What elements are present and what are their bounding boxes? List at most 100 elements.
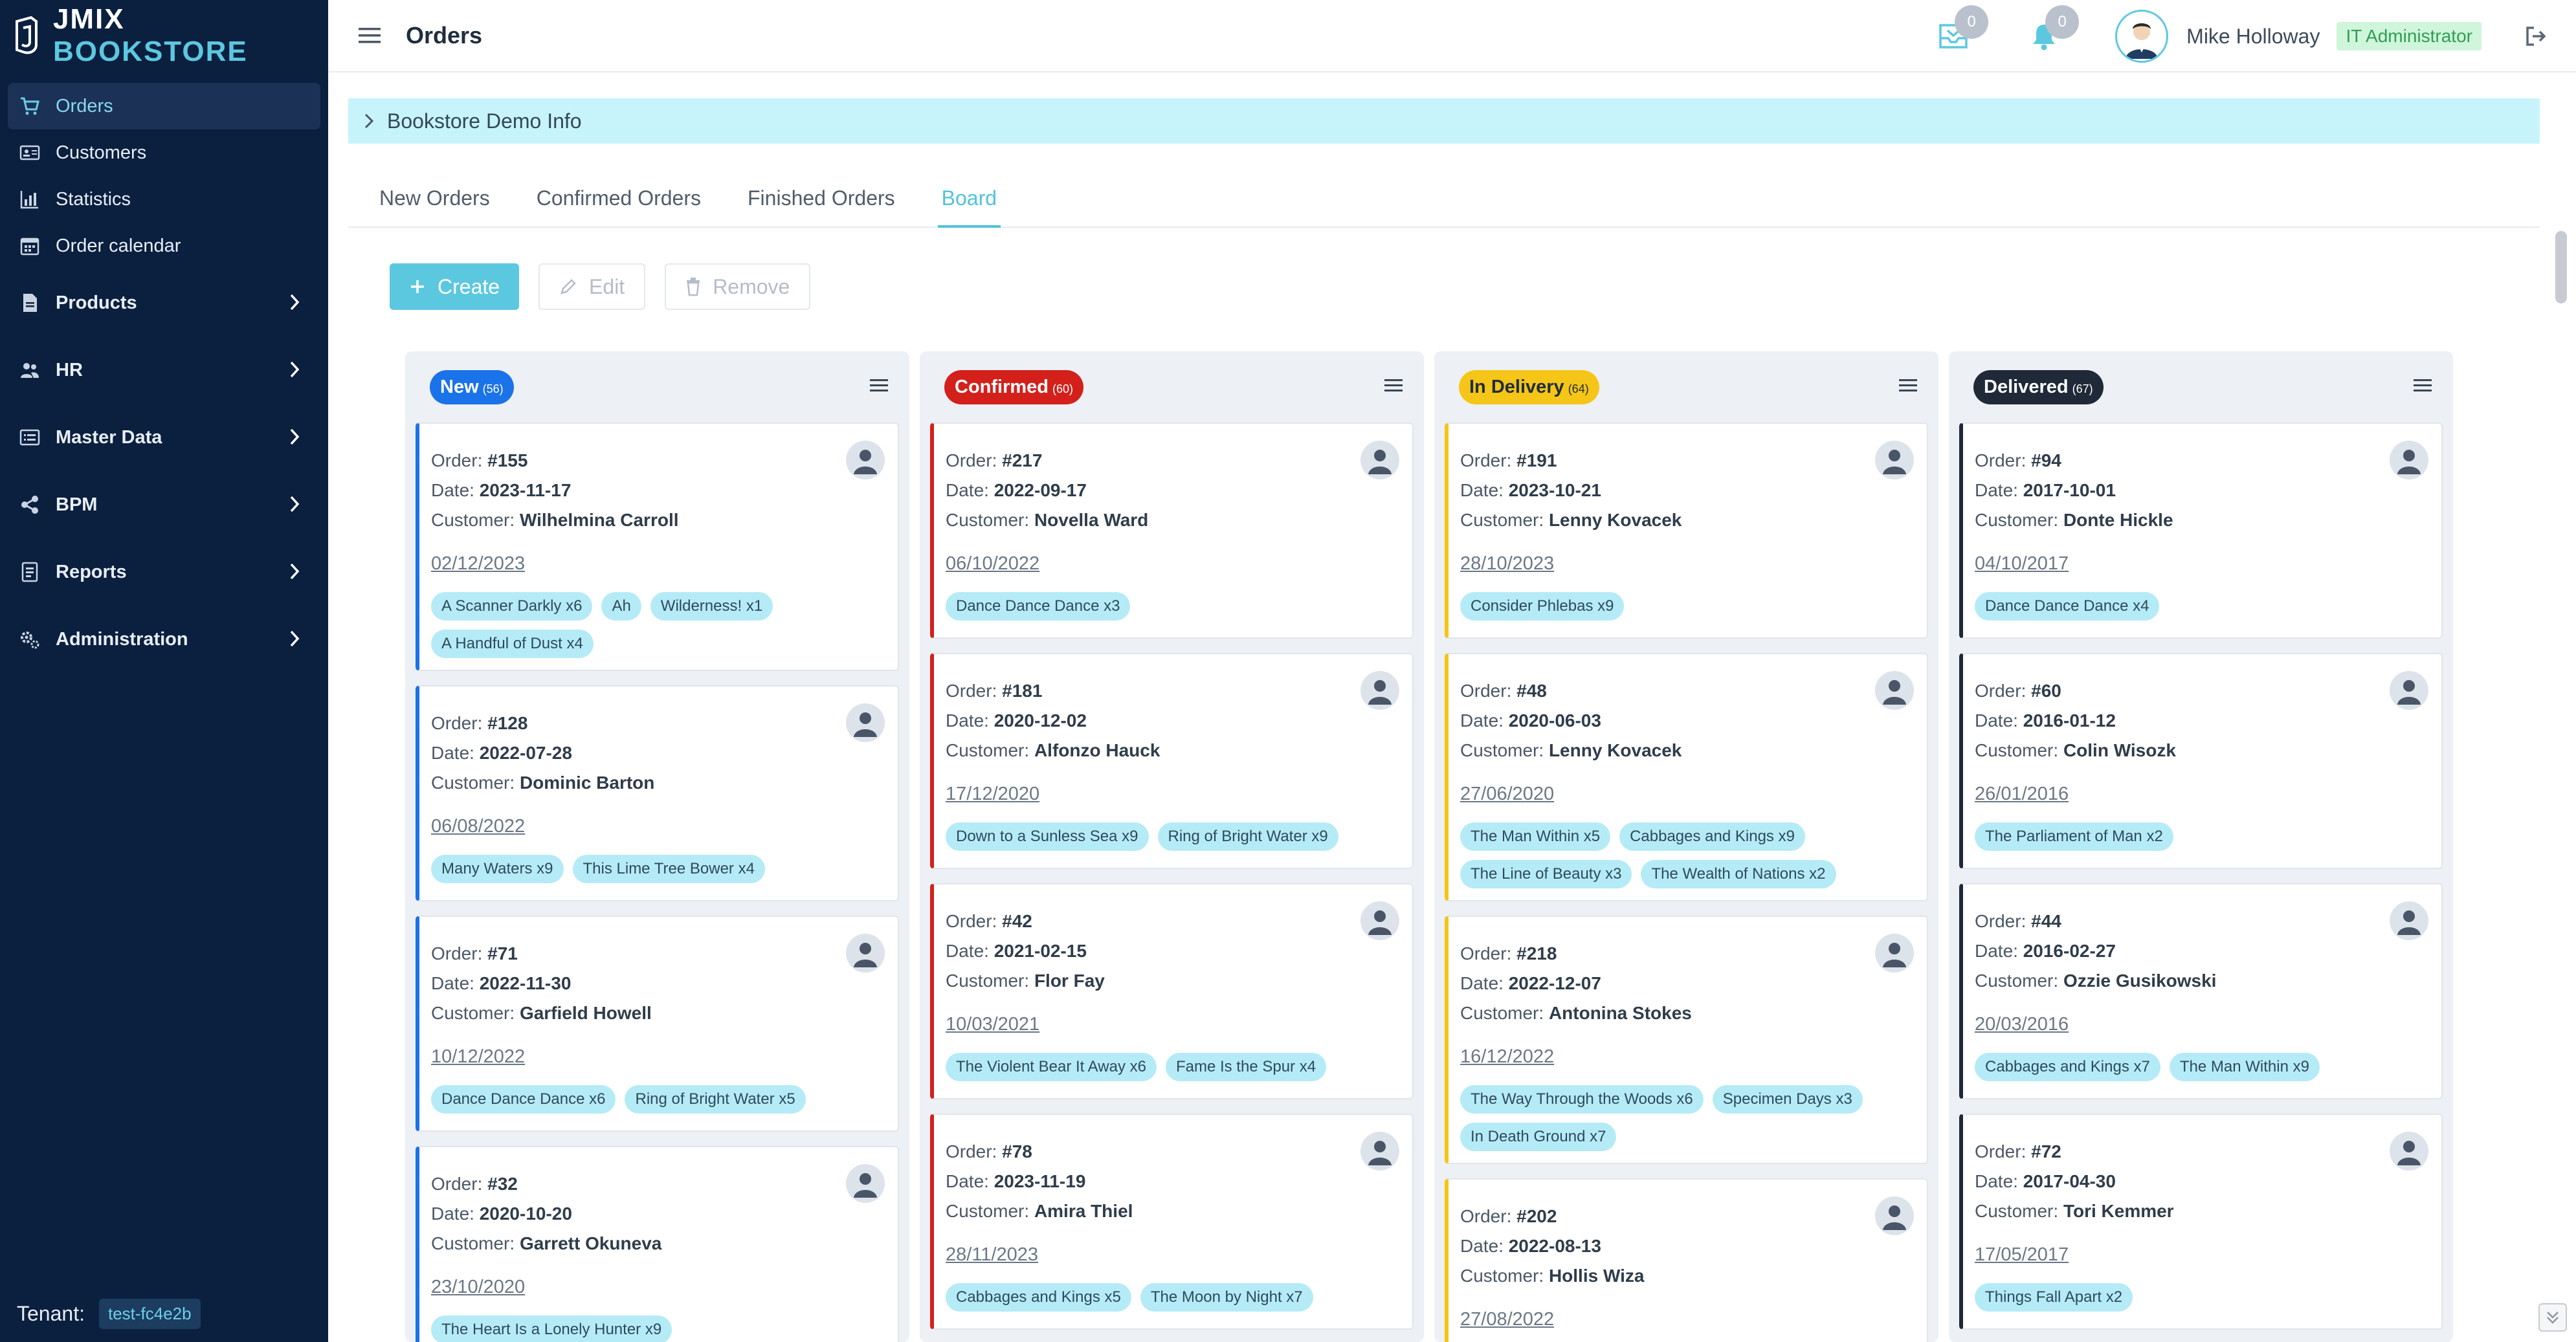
- sidebar-group-administration[interactable]: Administration: [8, 606, 320, 673]
- order-card[interactable]: Order: #94 Date: 2017-10-01 Customer: Dont…: [1959, 423, 2443, 639]
- customer-label: Customer:: [1460, 740, 1544, 760]
- sidebar-item-label: Order calendar: [56, 235, 181, 256]
- user-avatar[interactable]: [2115, 10, 2169, 63]
- menu-icon: [1899, 379, 1917, 396]
- sidebar-item-statistics[interactable]: Statistics: [8, 176, 320, 223]
- delivery-date-link[interactable]: 28/11/2023: [946, 1238, 1398, 1271]
- brand[interactable]: JMIX BOOKSTORE: [0, 0, 328, 71]
- menu-toggle-button[interactable]: [354, 20, 385, 51]
- sidebar-item-customers[interactable]: Customers: [8, 129, 320, 176]
- column-menu-button[interactable]: [868, 376, 890, 398]
- order-card[interactable]: Order: #42 Date: 2021-02-15 Customer: Flor…: [930, 883, 1414, 1099]
- order-card[interactable]: Order: #181 Date: 2020-12-02 Customer: Alf…: [930, 653, 1414, 869]
- column-cards: Order: #217 Date: 2022-09-17 Customer: Nov…: [920, 423, 1424, 1330]
- remove-button[interactable]: Remove: [665, 263, 811, 310]
- order-number-line: Order: #128: [431, 709, 883, 738]
- order-label: Order:: [946, 1141, 997, 1161]
- order-number-line: Order: #42: [946, 907, 1398, 936]
- customer-line: Customer: Antonina Stokes: [1460, 998, 1913, 1028]
- user-avatar-icon: [2126, 23, 2159, 59]
- delivery-date-link[interactable]: 28/10/2023: [1460, 547, 1913, 580]
- scrollbar-thumb[interactable]: [2555, 231, 2567, 303]
- sidebar-group-bpm[interactable]: BPM: [8, 471, 320, 538]
- customer-line: Customer: Alfonzo Hauck: [946, 736, 1398, 765]
- order-card[interactable]: Order: #32 Date: 2020-10-20 Customer: Garr…: [416, 1146, 899, 1342]
- order-number: #72: [2031, 1141, 2061, 1161]
- order-card[interactable]: Order: #78 Date: 2023-11-19 Customer: Amir…: [930, 1114, 1414, 1330]
- delivery-date-link[interactable]: 27/08/2022: [1460, 1303, 1913, 1336]
- tab-board[interactable]: Board: [911, 175, 1012, 228]
- customer-label: Customer:: [946, 1201, 1030, 1221]
- tab-new-orders[interactable]: New Orders: [348, 175, 505, 226]
- delivery-date-link[interactable]: 16/12/2022: [1460, 1040, 1913, 1073]
- delivery-date-link[interactable]: 10/03/2021: [946, 1007, 1398, 1041]
- delivery-date-link[interactable]: 06/08/2022: [431, 809, 883, 843]
- customer-label: Customer:: [1975, 510, 2059, 530]
- sidebar-group-master-data[interactable]: Master Data: [8, 404, 320, 471]
- column-count: (64): [1568, 382, 1589, 395]
- edit-button[interactable]: Edit: [539, 263, 646, 310]
- column-menu-button[interactable]: [1897, 376, 1919, 398]
- customer-avatar-icon: [2390, 441, 2428, 479]
- order-items: Cabbages and Kings x7 The Man Within x9: [1975, 1053, 2427, 1081]
- order-card[interactable]: Order: #217 Date: 2022-09-17 Customer: Nov…: [930, 423, 1414, 639]
- order-item-tag: The Violent Bear It Away x6: [946, 1053, 1157, 1081]
- order-card[interactable]: Order: #71 Date: 2022-11-30 Customer: Garf…: [416, 916, 899, 1132]
- order-number: #218: [1516, 943, 1557, 963]
- notifications-button[interactable]: 0: [2025, 5, 2080, 56]
- delivery-date-link[interactable]: 04/10/2017: [1975, 547, 2427, 580]
- sidebar-group-reports[interactable]: Reports: [8, 538, 320, 606]
- order-card[interactable]: Order: #202 Date: 2022-08-13 Customer: Hol…: [1445, 1178, 1928, 1342]
- customer-name: Ozzie Gusikowski: [2063, 971, 2217, 991]
- order-card[interactable]: Order: #218 Date: 2022-12-07 Customer: Ant…: [1445, 916, 1928, 1164]
- logout-button[interactable]: [2522, 22, 2550, 50]
- column-menu-button[interactable]: [2412, 376, 2434, 398]
- order-date: 2016-02-27: [2023, 941, 2116, 961]
- column-count: (56): [482, 382, 504, 395]
- column-header: Delivered (67): [1949, 351, 2453, 423]
- order-card[interactable]: Order: #155 Date: 2023-11-17 Customer: Wil…: [416, 423, 899, 671]
- sidebar-item-label: Orders: [56, 95, 113, 116]
- tab-confirmed-orders[interactable]: Confirmed Orders: [505, 175, 716, 226]
- order-card[interactable]: Order: #44 Date: 2016-02-27 Customer: Ozzi…: [1959, 883, 2443, 1099]
- order-label: Order:: [1975, 911, 2026, 931]
- order-item-tag: Fame Is the Spur x4: [1165, 1053, 1327, 1081]
- address-card-icon: [17, 140, 43, 166]
- sidebar-group-products[interactable]: Products: [8, 269, 320, 336]
- customer-label: Customer:: [431, 1233, 515, 1253]
- order-number: #181: [1002, 681, 1043, 701]
- delivery-date-link[interactable]: 27/06/2020: [1460, 777, 1913, 811]
- delivery-date-link[interactable]: 20/03/2016: [1975, 1007, 2427, 1041]
- column-menu-button[interactable]: [1382, 376, 1405, 398]
- chevron-right-icon: [290, 428, 300, 445]
- order-card[interactable]: Order: #72 Date: 2017-04-30 Customer: Tori…: [1959, 1114, 2443, 1330]
- order-date-line: Date: 2020-10-20: [431, 1199, 883, 1229]
- scroll-to-bottom-button[interactable]: [2538, 1303, 2567, 1332]
- order-card[interactable]: Order: #191 Date: 2023-10-21 Customer: Len…: [1445, 423, 1928, 639]
- date-label: Date:: [431, 480, 474, 500]
- inbox-button[interactable]: 0: [1934, 5, 1989, 56]
- delivery-date-link[interactable]: 23/10/2020: [431, 1270, 883, 1304]
- order-date-line: Date: 2020-12-02: [946, 706, 1398, 736]
- order-card[interactable]: Order: #128 Date: 2022-07-28 Customer: Dom…: [416, 685, 899, 901]
- create-button[interactable]: Create: [390, 263, 520, 310]
- order-date: 2021-02-15: [994, 941, 1087, 961]
- delivery-date-link[interactable]: 26/01/2016: [1975, 777, 2427, 811]
- sidebar-group-label: Administration: [56, 628, 188, 650]
- tab-finished-orders[interactable]: Finished Orders: [716, 175, 911, 226]
- column-title: New: [440, 376, 479, 397]
- sidebar-item-orders[interactable]: Orders: [8, 83, 320, 129]
- sidebar-group-hr[interactable]: HR: [8, 336, 320, 404]
- page-scrollbar[interactable]: [2545, 230, 2576, 1342]
- delivery-date-link[interactable]: 10/12/2022: [431, 1040, 883, 1073]
- delivery-date-link[interactable]: 17/05/2017: [1975, 1238, 2427, 1271]
- sidebar-item-order-calendar[interactable]: Order calendar: [8, 223, 320, 269]
- delivery-date-link[interactable]: 02/12/2023: [431, 547, 883, 580]
- order-card[interactable]: Order: #48 Date: 2020-06-03 Customer: Lenn…: [1445, 653, 1928, 901]
- order-date-line: Date: 2023-10-21: [1460, 476, 1913, 505]
- user-name[interactable]: Mike Holloway: [2186, 25, 2320, 49]
- delivery-date-link[interactable]: 17/12/2020: [946, 777, 1398, 811]
- demo-info-panel[interactable]: Bookstore Demo Info: [348, 98, 2540, 144]
- delivery-date-link[interactable]: 06/10/2022: [946, 547, 1398, 580]
- order-card[interactable]: Order: #60 Date: 2016-01-12 Customer: Coli…: [1959, 653, 2443, 869]
